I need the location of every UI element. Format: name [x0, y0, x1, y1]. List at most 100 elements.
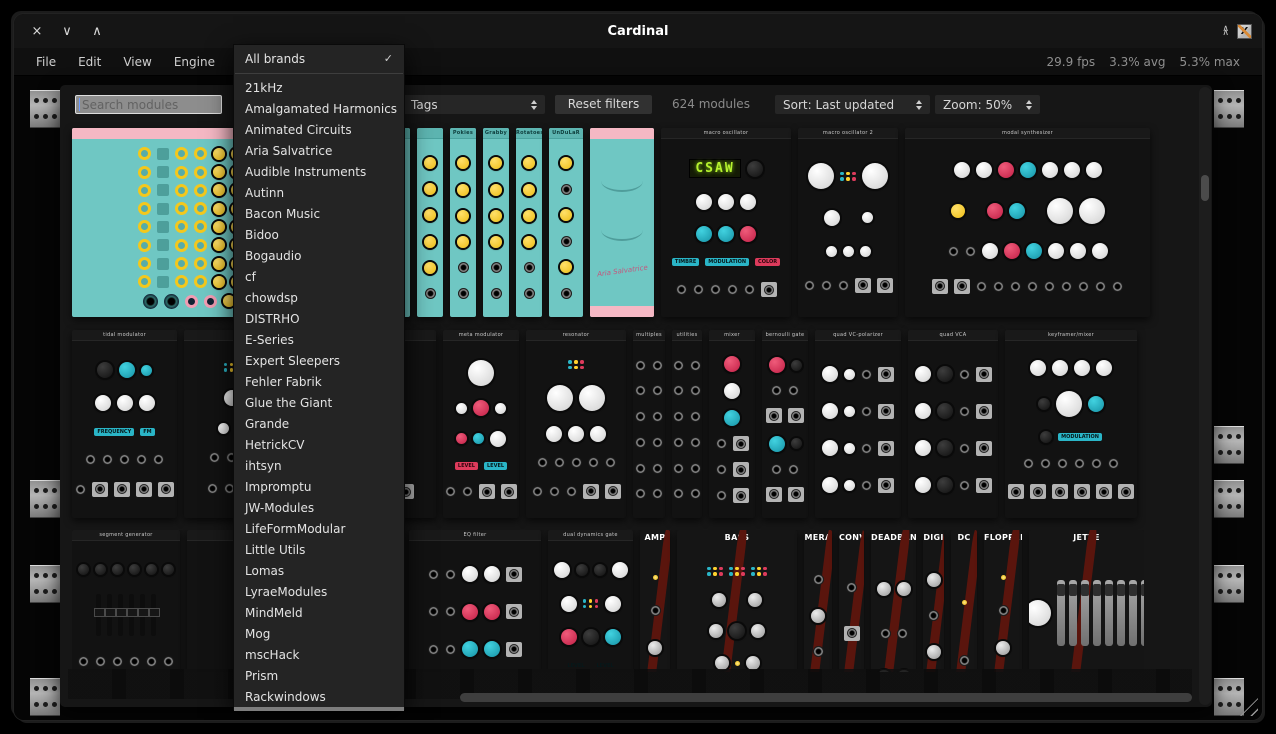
brand-menu-item-cf[interactable]: cf: [234, 266, 404, 287]
brand-menu-item-lomas[interactable]: Lomas: [234, 560, 404, 581]
maximize-icon[interactable]: ∧: [90, 24, 104, 39]
module-pokies[interactable]: Pokies: [450, 128, 476, 317]
module-quad-vca[interactable]: quad VCA: [908, 330, 998, 518]
module-tidal-modulator[interactable]: tidal modulatorFREQUENCYFM: [72, 330, 177, 518]
module-resonator[interactable]: resonator: [526, 330, 626, 518]
brand-menu-item-21khz[interactable]: 21kHz: [234, 77, 404, 98]
brand-menu-item-autinn[interactable]: Autinn: [234, 182, 404, 203]
brand-menu-item-expert-sleepers[interactable]: Expert Sleepers: [234, 350, 404, 371]
brand-menu-item-fehler-fabrik[interactable]: Fehler Fabrik: [234, 371, 404, 392]
module-modal-synthesizer[interactable]: modal synthesizer: [905, 128, 1150, 317]
led: [224, 368, 228, 372]
knob: [560, 209, 572, 221]
panel-footer-strip: [590, 306, 654, 317]
module-body: [908, 341, 998, 518]
decor: [1236, 434, 1241, 439]
jack: [881, 369, 891, 379]
brand-menu-item-animated-circuits[interactable]: Animated Circuits: [234, 119, 404, 140]
brand-menu-item-chowdsp[interactable]: chowdsp: [234, 287, 404, 308]
jack: [445, 486, 456, 497]
brand-menu-item-distrho[interactable]: DISTRHO: [234, 308, 404, 329]
brand-menu-item-mschack[interactable]: mscHack: [234, 644, 404, 665]
sort-select[interactable]: Sort: Last updated: [775, 95, 930, 114]
brand-menu-item-grande[interactable]: Grande: [234, 413, 404, 434]
module-rotatoes[interactable]: Rotatoes: [516, 128, 542, 317]
module-row: [927, 645, 941, 659]
jack: [561, 236, 572, 247]
jack: [979, 443, 989, 453]
close-icon[interactable]: ×: [30, 24, 44, 39]
jack: [861, 443, 872, 454]
tags-filter-select[interactable]: Tags: [403, 95, 545, 114]
decor: [1236, 686, 1241, 691]
module-macro-oscillator[interactable]: macro oscillatorCSAWTIMBREMODULATIONCOLO…: [661, 128, 791, 317]
horizontal-scrollbar[interactable]: [460, 693, 1192, 702]
jack: [635, 360, 646, 371]
brand-menu-item-all-brands[interactable]: All brands✓: [234, 48, 404, 69]
menu-view[interactable]: View: [123, 55, 151, 69]
module-body: [815, 341, 901, 518]
brand-menu-item-ihtsyn[interactable]: ihtsyn: [234, 455, 404, 476]
jack-pad: [788, 487, 804, 502]
menu-engine[interactable]: Engine: [174, 55, 215, 69]
brand-menu-item-little-utils[interactable]: Little Utils: [234, 539, 404, 560]
knob: [962, 600, 967, 605]
brand-menu-item-audible-instruments[interactable]: Audible Instruments: [234, 161, 404, 182]
search-input[interactable]: Search modules: [75, 95, 222, 114]
search-placeholder: Search modules: [82, 98, 178, 112]
brand-menu-item-rackwindows[interactable]: Rackwindows: [234, 686, 404, 707]
led: [735, 567, 739, 571]
module-untitled[interactable]: Aria Salvatrice: [590, 128, 654, 317]
jack: [524, 288, 535, 299]
jack: [838, 280, 849, 291]
brand-menu-item-bogaudio[interactable]: Bogaudio: [234, 245, 404, 266]
brand-menu-item-amalgamated-harmonics[interactable]: Amalgamated Harmonics: [234, 98, 404, 119]
menu-edit[interactable]: Edit: [78, 55, 101, 69]
menu-file[interactable]: File: [36, 55, 56, 69]
brand-menu-item-glue-the-giant[interactable]: Glue the Giant: [234, 392, 404, 413]
knob: [157, 221, 169, 233]
knob: [927, 573, 941, 587]
module-row: [673, 360, 701, 371]
jack-pad: [136, 482, 152, 497]
brand-menu-item-bacon-music[interactable]: Bacon Music: [234, 203, 404, 224]
module-undular[interactable]: UnDuLaR: [549, 128, 583, 317]
brand-menu-item-impromptu[interactable]: Impromptu: [234, 476, 404, 497]
brand-menu-item-lyraemodules[interactable]: LyraeModules: [234, 581, 404, 602]
module-row: [673, 437, 701, 448]
brand-menu-item-prism[interactable]: Prism: [234, 665, 404, 686]
brand-menu-item-mog[interactable]: Mog: [234, 623, 404, 644]
module-quad-vc-polarizer[interactable]: quad VC-polarizer: [815, 330, 901, 518]
brand-menu-item-bidoo[interactable]: Bidoo: [234, 224, 404, 245]
module-row: [561, 288, 572, 299]
jack: [1010, 281, 1021, 292]
led: [224, 363, 228, 367]
jack: [736, 491, 746, 501]
module-row: [424, 157, 436, 169]
module-keyframer-mixer[interactable]: keyframer/mixerMODULATION: [1005, 330, 1137, 518]
brand-menu-item-lifeformmodular[interactable]: LifeFormModular: [234, 518, 404, 539]
module-bernoulli-gate[interactable]: bernoulli gate: [762, 330, 808, 518]
brand-menu-item-jw-modules[interactable]: JW-Modules: [234, 497, 404, 518]
minimize-icon[interactable]: ∨: [60, 24, 74, 39]
knob: [462, 566, 478, 582]
brand-menu-item-e-series[interactable]: E-Series: [234, 329, 404, 350]
vertical-scrollbar-track[interactable]: [1199, 87, 1211, 705]
module-mixer[interactable]: mixer: [709, 330, 755, 518]
vertical-scrollbar-thumb[interactable]: [1201, 175, 1209, 201]
module-grabby[interactable]: Grabby: [483, 128, 509, 317]
jack: [445, 606, 456, 617]
brand-menu-item-hetrickcv[interactable]: HetrickCV: [234, 434, 404, 455]
module-untitled[interactable]: [417, 128, 443, 317]
reset-filters-button[interactable]: Reset filters: [555, 95, 652, 114]
collapse-chevrons-icon[interactable]: ∧∧: [1222, 27, 1229, 35]
module-multiples[interactable]: multiples: [633, 330, 665, 518]
brand-menu-item-mindmeld[interactable]: MindMeld: [234, 602, 404, 623]
decor: [1227, 450, 1232, 455]
module-utilities[interactable]: utilities: [672, 330, 702, 518]
zoom-select[interactable]: Zoom: 50%: [935, 95, 1040, 114]
dropdown-scrollbar[interactable]: [234, 707, 404, 711]
module-meta-modulator[interactable]: meta modulatorLEVELLEVEL: [443, 330, 519, 518]
brand-menu-item-aria-salvatrice[interactable]: Aria Salvatrice: [234, 140, 404, 161]
module-macro-oscillator-2[interactable]: macro oscillator 2: [798, 128, 898, 317]
